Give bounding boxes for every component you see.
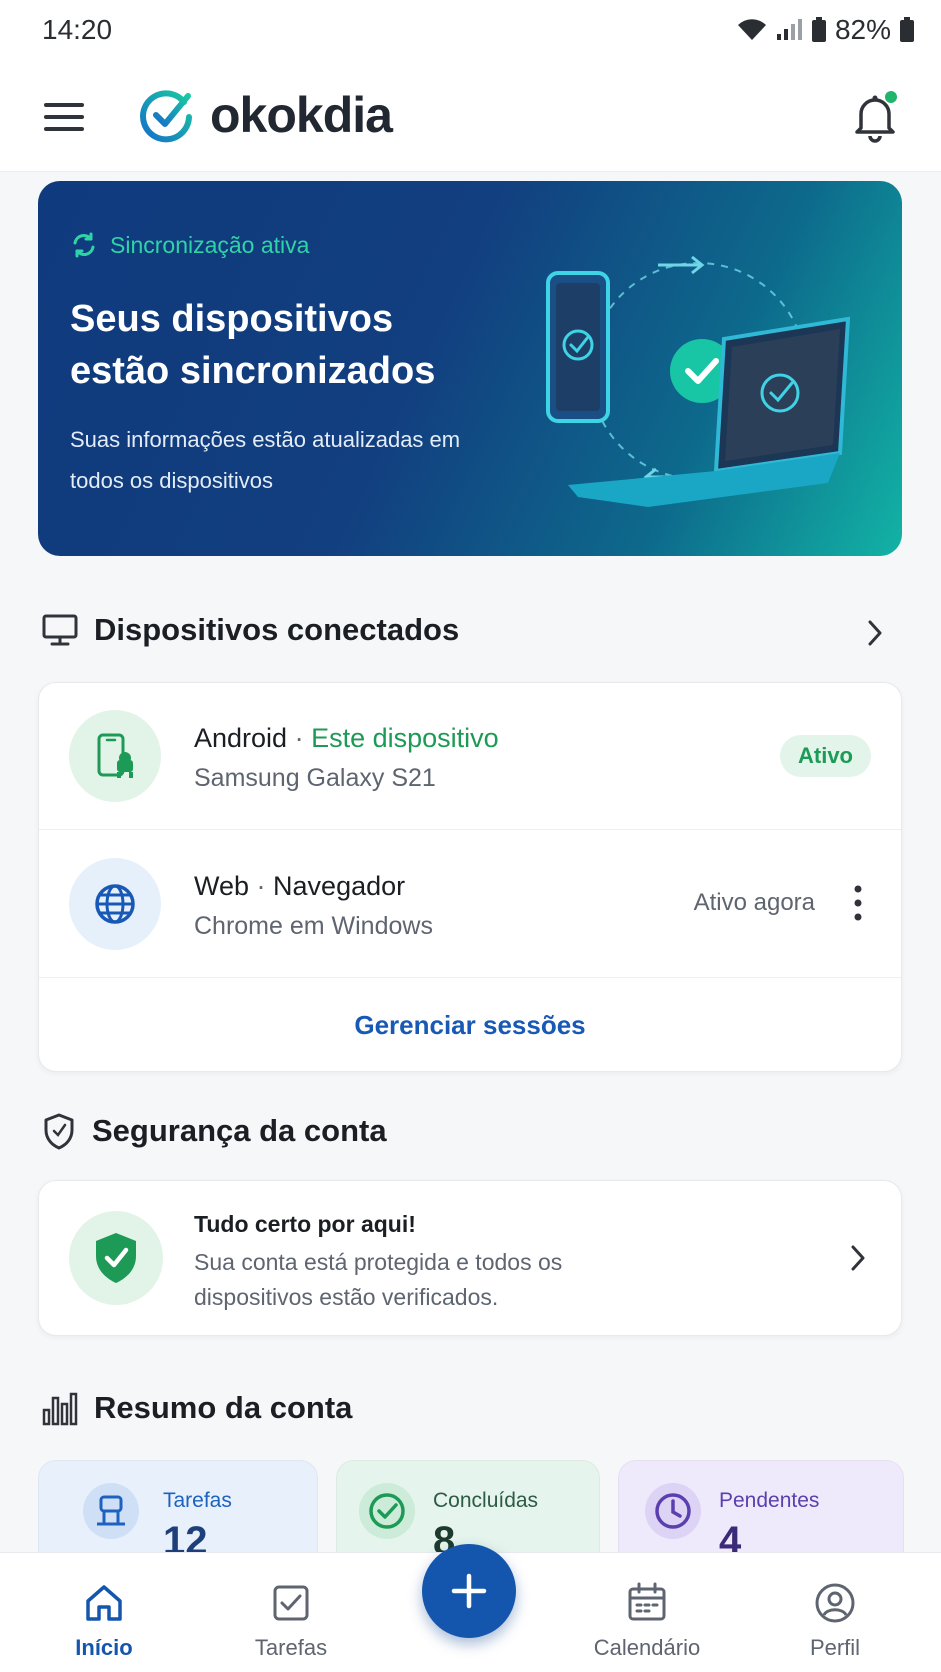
home-icon xyxy=(86,1585,122,1621)
stat-value: 12 xyxy=(163,1519,208,1552)
stat-label: Pendentes xyxy=(719,1489,820,1512)
app-logo[interactable]: okokdia xyxy=(138,86,393,144)
stat-card-completed[interactable]: Concluídas 8 xyxy=(336,1460,600,1552)
sync-icon xyxy=(73,232,95,258)
manage-sessions-button[interactable]: Gerenciar sessões xyxy=(39,979,901,1071)
tasks-icon xyxy=(83,1483,139,1539)
last-active-label: Ativo agora xyxy=(693,889,815,916)
devices-section-title: Dispositivos conectados xyxy=(94,612,460,647)
sync-hero-banner: Sincronização ativa Seus dispositivos es… xyxy=(38,181,902,556)
security-card-text: Sua conta está protegida e todos os disp… xyxy=(194,1249,563,1310)
device-name: Android xyxy=(194,723,288,753)
stat-label: Concluídas xyxy=(433,1489,539,1512)
nav-label: Início xyxy=(75,1635,133,1660)
logo-check-icon xyxy=(140,90,192,143)
device-row-web[interactable]: Web · Navegador Chrome em Windows Ativo … xyxy=(39,831,901,977)
nav-label: Calendário xyxy=(593,1635,701,1660)
sync-status-label: Sincronização ativa xyxy=(110,231,310,258)
hero-subtitle: Suas informações estão atualizadas em to… xyxy=(70,427,461,493)
devices-chevron-right-icon[interactable] xyxy=(864,618,886,648)
globe-icon xyxy=(69,858,161,950)
nav-item-calendar[interactable]: Calendário xyxy=(567,1553,727,1672)
app-name: okokdia xyxy=(210,87,393,143)
battery-percent: 82% xyxy=(834,14,891,45)
android-phone-icon xyxy=(69,710,161,802)
more-options-icon[interactable] xyxy=(851,883,865,923)
battery-outline-icon xyxy=(900,17,914,42)
current-device-tag: Este dispositivo xyxy=(311,723,499,753)
shield-check-icon xyxy=(69,1211,163,1305)
calendar-icon xyxy=(628,1582,666,1621)
security-chevron-right-icon xyxy=(851,1245,865,1271)
nav-label: Tarefas xyxy=(254,1635,328,1660)
stat-value: 4 xyxy=(719,1519,742,1552)
divider xyxy=(39,977,901,978)
task-check-icon xyxy=(273,1585,309,1621)
status-time: 14:20 xyxy=(42,14,113,45)
device-type-tag: Navegador xyxy=(273,871,406,901)
add-button[interactable] xyxy=(422,1544,516,1638)
devices-sync-illustration xyxy=(546,255,851,507)
status-icons: 82% xyxy=(737,14,915,46)
sync-status-badge: Sincronização ativa xyxy=(70,231,309,259)
security-section-title: Segurança da conta xyxy=(92,1113,387,1148)
profile-icon xyxy=(815,1583,855,1623)
stat-card-pending[interactable]: Pendentes 4 xyxy=(618,1460,904,1552)
signal-icon xyxy=(776,19,802,40)
devices-section-header: Dispositivos conectados xyxy=(42,612,459,648)
nav-item-tasks[interactable]: Tarefas xyxy=(211,1553,371,1672)
device-title: Android · Este dispositivo xyxy=(194,723,499,753)
hamburger-menu-icon[interactable] xyxy=(42,100,86,134)
device-title: Web · Navegador xyxy=(194,871,406,901)
nav-item-home[interactable]: Início xyxy=(24,1553,184,1672)
check-circle-icon xyxy=(359,1483,415,1539)
plus-icon xyxy=(451,1573,487,1609)
wifi-icon xyxy=(737,19,766,40)
status-badge-active: Ativo xyxy=(780,735,871,777)
status-bar: 14:20 82% xyxy=(0,0,941,62)
security-status-card[interactable]: Tudo certo por aqui! Sua conta está prot… xyxy=(38,1180,902,1336)
app-bar: okokdia xyxy=(0,62,941,172)
shield-outline-icon xyxy=(44,1113,74,1150)
divider xyxy=(39,829,901,830)
notification-bell-icon[interactable] xyxy=(851,90,899,144)
stat-label: Tarefas xyxy=(163,1489,232,1512)
summary-stats-row: Tarefas 12 Concluídas 8 Pendentes 4 xyxy=(38,1460,904,1552)
summary-section-header: Resumo da conta xyxy=(42,1390,352,1426)
device-detail: Samsung Galaxy S21 xyxy=(194,764,436,792)
summary-section-title: Resumo da conta xyxy=(94,1390,353,1425)
security-section-header: Segurança da conta xyxy=(42,1112,387,1150)
device-name: Web xyxy=(194,871,250,901)
clock-icon xyxy=(645,1483,701,1539)
hero-title: Seus dispositivos estão sincronizados xyxy=(70,298,436,392)
monitor-icon xyxy=(42,614,78,646)
security-card-title: Tudo certo por aqui! xyxy=(194,1211,416,1237)
stat-card-tasks[interactable]: Tarefas 12 xyxy=(38,1460,318,1552)
device-detail: Chrome em Windows xyxy=(194,912,433,940)
nav-label: Perfil xyxy=(809,1635,861,1660)
device-row-android[interactable]: Android · Este dispositivo Samsung Galax… xyxy=(39,683,901,829)
battery-icon xyxy=(811,17,826,42)
connected-devices-card: Android · Este dispositivo Samsung Galax… xyxy=(38,682,902,1072)
nav-item-profile[interactable]: Perfil xyxy=(755,1553,915,1672)
bar-chart-icon xyxy=(42,1392,78,1426)
